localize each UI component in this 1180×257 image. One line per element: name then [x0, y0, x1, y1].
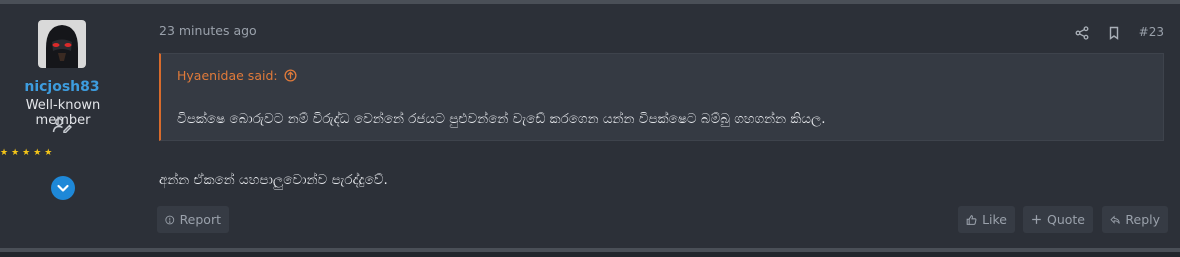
- quote-block: Hyaenidae said: විපක්ෂෙ බොරුවට නම් විරුද…: [159, 53, 1164, 141]
- post-timestamp[interactable]: 23 minutes ago: [159, 23, 257, 38]
- report-button[interactable]: Report: [157, 206, 229, 233]
- avatar[interactable]: [38, 20, 86, 68]
- like-button[interactable]: Like: [958, 206, 1015, 233]
- like-label: Like: [982, 212, 1007, 227]
- bookmark-icon[interactable]: [1107, 25, 1121, 40]
- quote-body: විපක්ෂෙ බොරුවට නම් විරුද්ධ වෙන්නේ රජයට ප…: [161, 92, 1163, 140]
- rating-stars: ★★★★★: [0, 148, 56, 158]
- quote-label: Quote: [1046, 212, 1085, 227]
- post-actions-top: #23: [1075, 22, 1164, 42]
- plus-icon: [1032, 215, 1041, 224]
- reply-button[interactable]: Reply: [1102, 206, 1168, 233]
- expand-user-button[interactable]: [51, 176, 75, 200]
- post-main: 23 minutes ago #23 Hyaenidae said: විපක්…: [140, 4, 1180, 248]
- arrow-up-circle-icon[interactable]: [284, 68, 298, 83]
- report-label: Report: [179, 212, 221, 227]
- like-icon: [966, 214, 977, 225]
- reply-icon: [1110, 214, 1120, 224]
- bottom-divider: [0, 248, 1180, 252]
- reply-label: Reply: [1125, 212, 1160, 227]
- chevron-down-icon: [57, 184, 69, 192]
- share-icon[interactable]: [1075, 25, 1089, 40]
- quote-button[interactable]: Quote: [1023, 206, 1093, 233]
- user-edit-icon: [52, 117, 73, 134]
- user-column: nicjosh83 Well-known member ★★★★★: [0, 4, 128, 248]
- post-body: අන්න ඒකනේ යහපාලුවොන්ව පැරද්දුවේ.: [159, 172, 388, 188]
- quote-header[interactable]: Hyaenidae said:: [177, 68, 298, 83]
- post-number[interactable]: #23: [1139, 25, 1164, 39]
- username[interactable]: nicjosh83: [0, 79, 124, 95]
- quote-text: විපක්ෂෙ බොරුවට නම් විරුද්ධ වෙන්නේ රජයට ප…: [177, 111, 826, 127]
- quote-author[interactable]: Hyaenidae said:: [177, 68, 278, 83]
- post: nicjosh83 Well-known member ★★★★★ 23 min…: [0, 4, 1180, 248]
- report-icon: [165, 215, 175, 224]
